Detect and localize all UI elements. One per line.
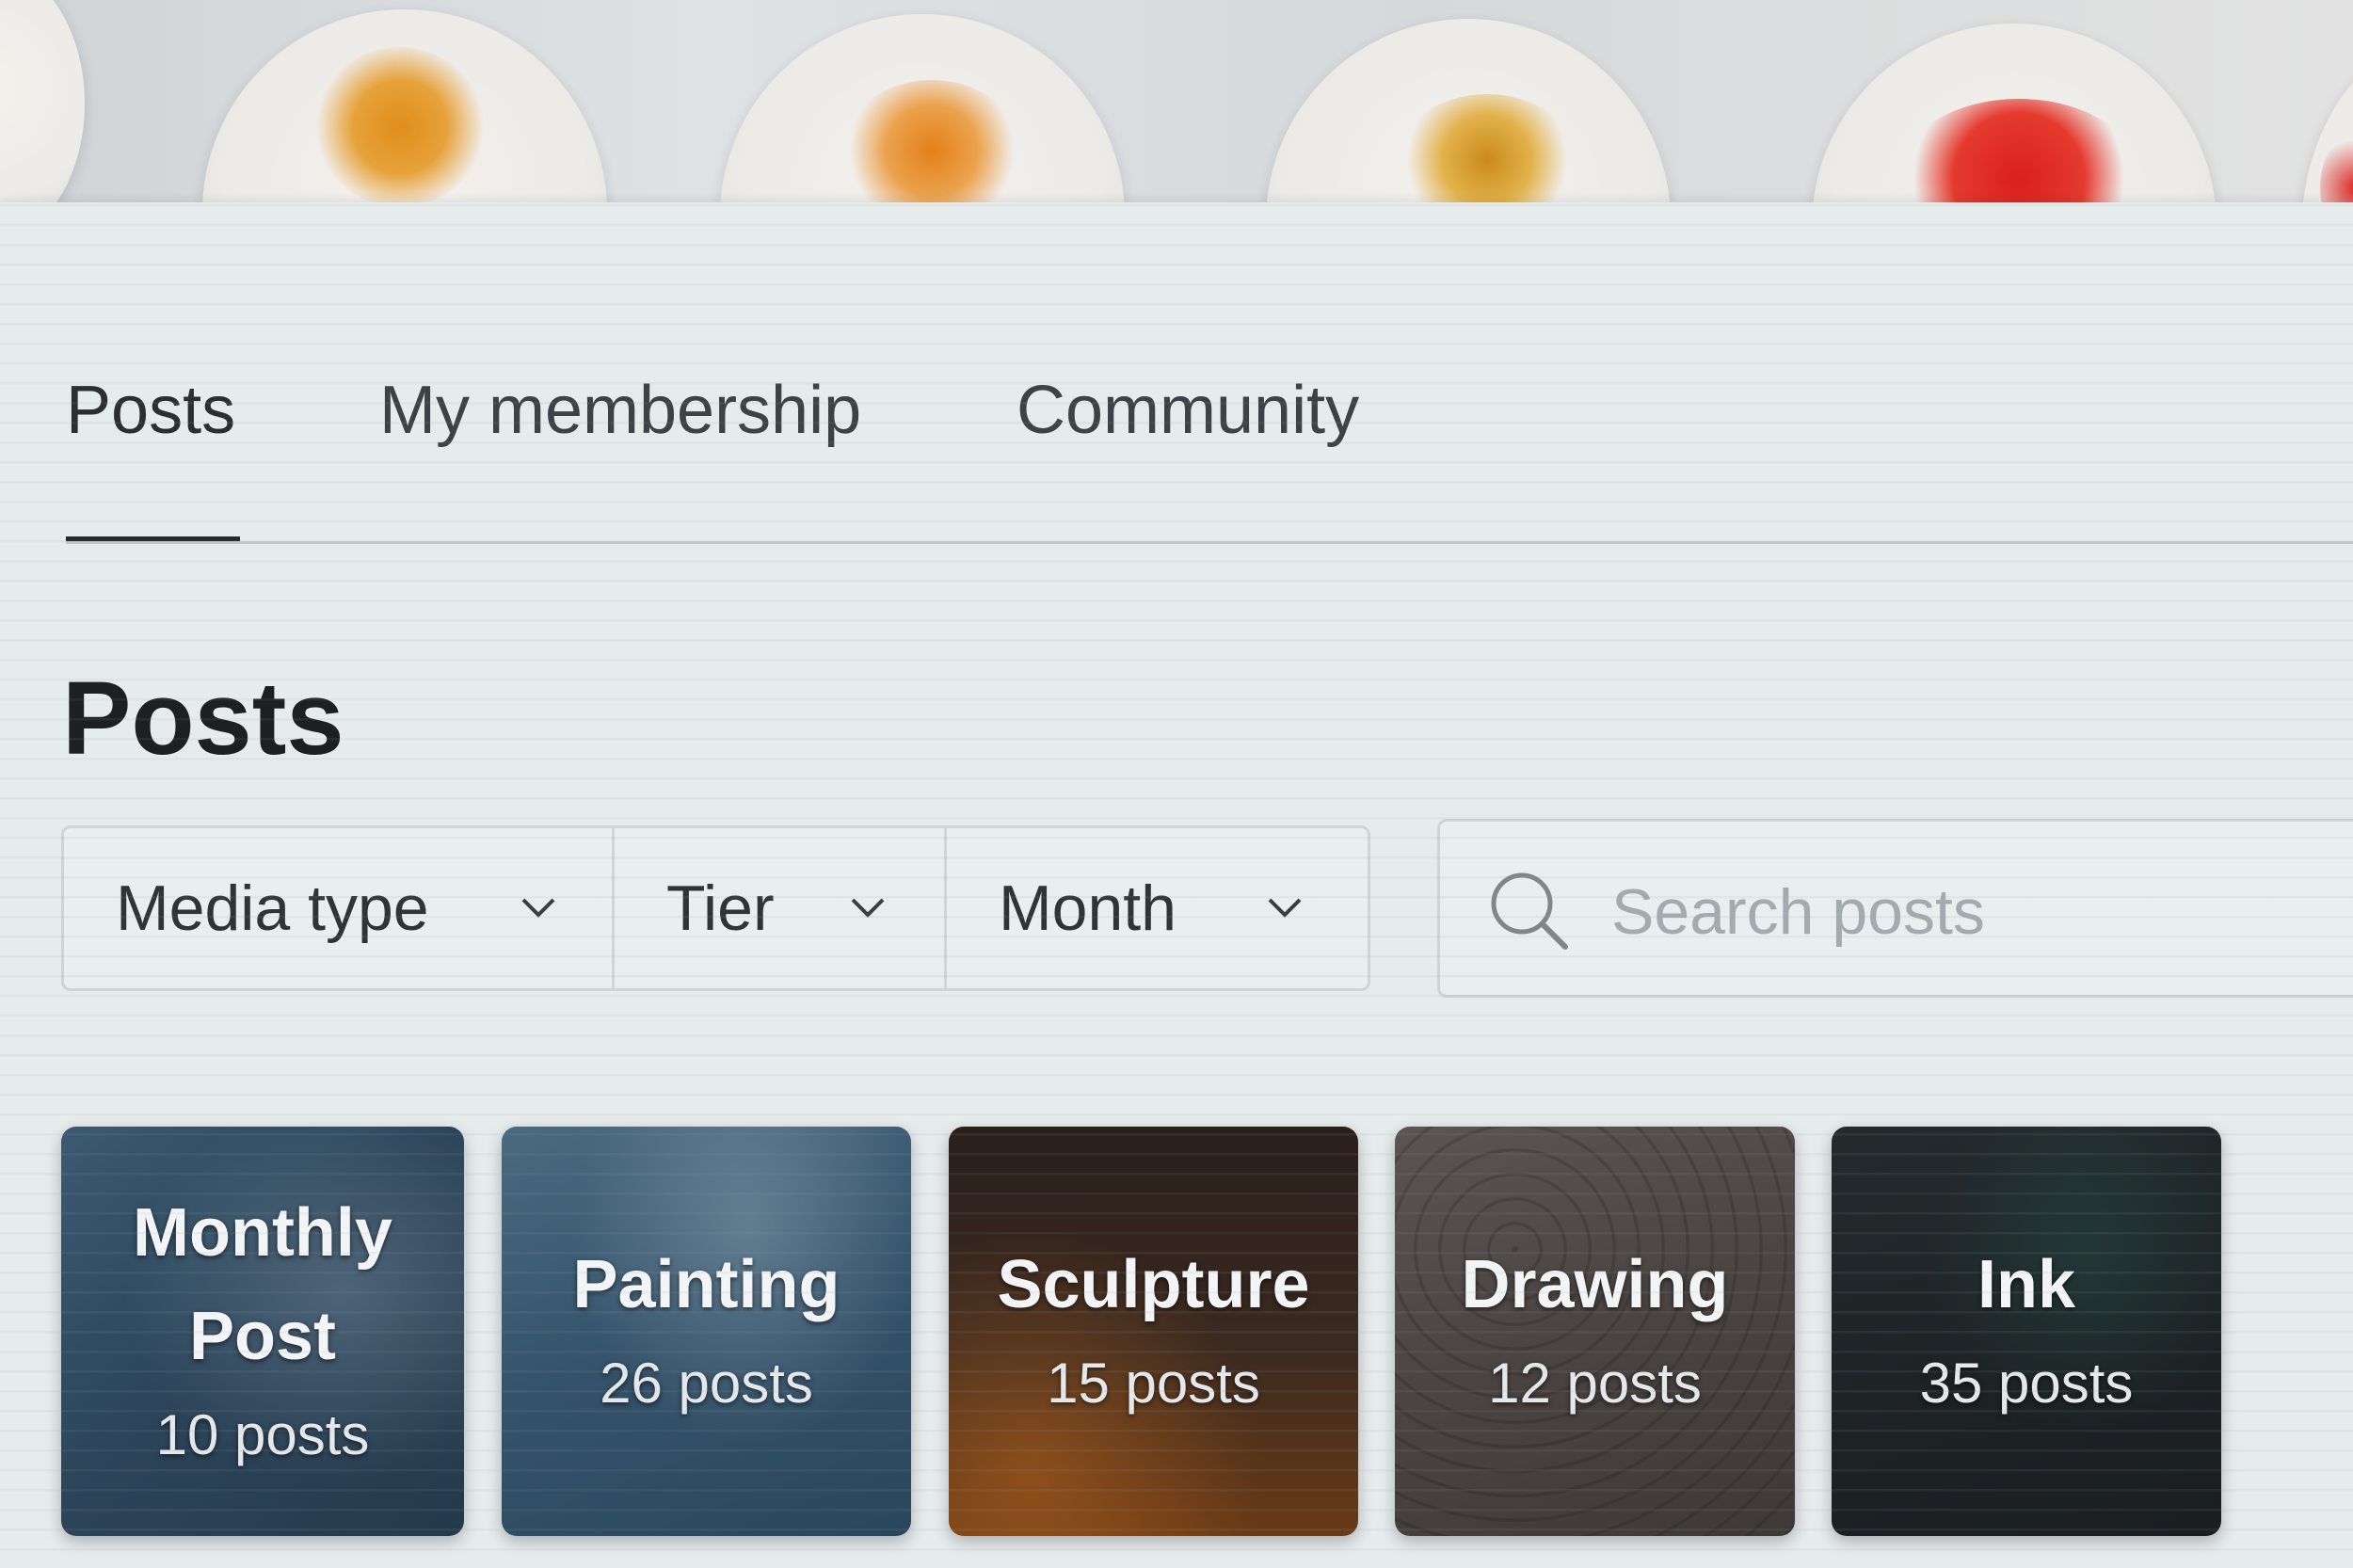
chevron-down-icon xyxy=(521,898,555,918)
category-card-painting[interactable]: Painting 26 posts xyxy=(502,1127,911,1536)
media-type-filter[interactable]: Media type xyxy=(64,828,615,988)
chevron-down-icon xyxy=(851,898,885,918)
artwork-thumbnail xyxy=(202,9,607,216)
tab-my-membership[interactable]: My membership xyxy=(379,372,861,449)
category-post-count: 35 posts xyxy=(1919,1351,2134,1415)
category-title: Ink xyxy=(1977,1246,2075,1322)
category-post-count: 12 posts xyxy=(1488,1351,1702,1415)
category-title: Post xyxy=(188,1298,336,1374)
artwork-thumbnail xyxy=(720,14,1125,216)
category-card-monthly-post[interactable]: Monthly Post 10 posts xyxy=(61,1127,464,1536)
category-title: Monthly xyxy=(133,1194,392,1271)
tab-bar: Posts My membership Community xyxy=(66,372,2353,546)
tab-posts[interactable]: Posts xyxy=(66,372,235,449)
category-title: Painting xyxy=(572,1246,840,1322)
artwork-thumbnail xyxy=(1812,24,2217,216)
tier-filter-label: Tier xyxy=(666,872,775,944)
header-banner xyxy=(0,0,2353,216)
month-filter[interactable]: Month xyxy=(947,828,1368,988)
media-type-filter-label: Media type xyxy=(116,872,429,944)
category-title: Drawing xyxy=(1461,1246,1729,1322)
category-card-drawing[interactable]: Drawing 12 posts xyxy=(1395,1127,1795,1536)
tab-community[interactable]: Community xyxy=(1016,372,1359,449)
artwork-thumbnail xyxy=(0,0,85,216)
search-icon xyxy=(1491,872,1568,950)
chevron-down-icon xyxy=(1268,898,1302,918)
filter-bar: Media type Tier Month xyxy=(61,825,1370,991)
category-post-count: 15 posts xyxy=(1047,1351,1260,1415)
category-post-count: 26 posts xyxy=(600,1351,813,1415)
category-post-count: 10 posts xyxy=(155,1402,370,1466)
month-filter-label: Month xyxy=(999,872,1176,944)
tabs-divider xyxy=(66,541,2353,544)
search-input[interactable] xyxy=(1609,859,2353,965)
artwork-thumbnail xyxy=(1266,19,1671,216)
page-title: Posts xyxy=(62,661,344,776)
tier-filter[interactable]: Tier xyxy=(615,828,947,988)
category-card-sculpture[interactable]: Sculpture 15 posts xyxy=(949,1127,1358,1536)
category-title: Sculpture xyxy=(997,1246,1310,1322)
artwork-thumbnail xyxy=(2301,38,2353,216)
search-box[interactable] xyxy=(1437,819,2353,998)
category-card-ink[interactable]: Ink 35 posts xyxy=(1832,1127,2221,1536)
